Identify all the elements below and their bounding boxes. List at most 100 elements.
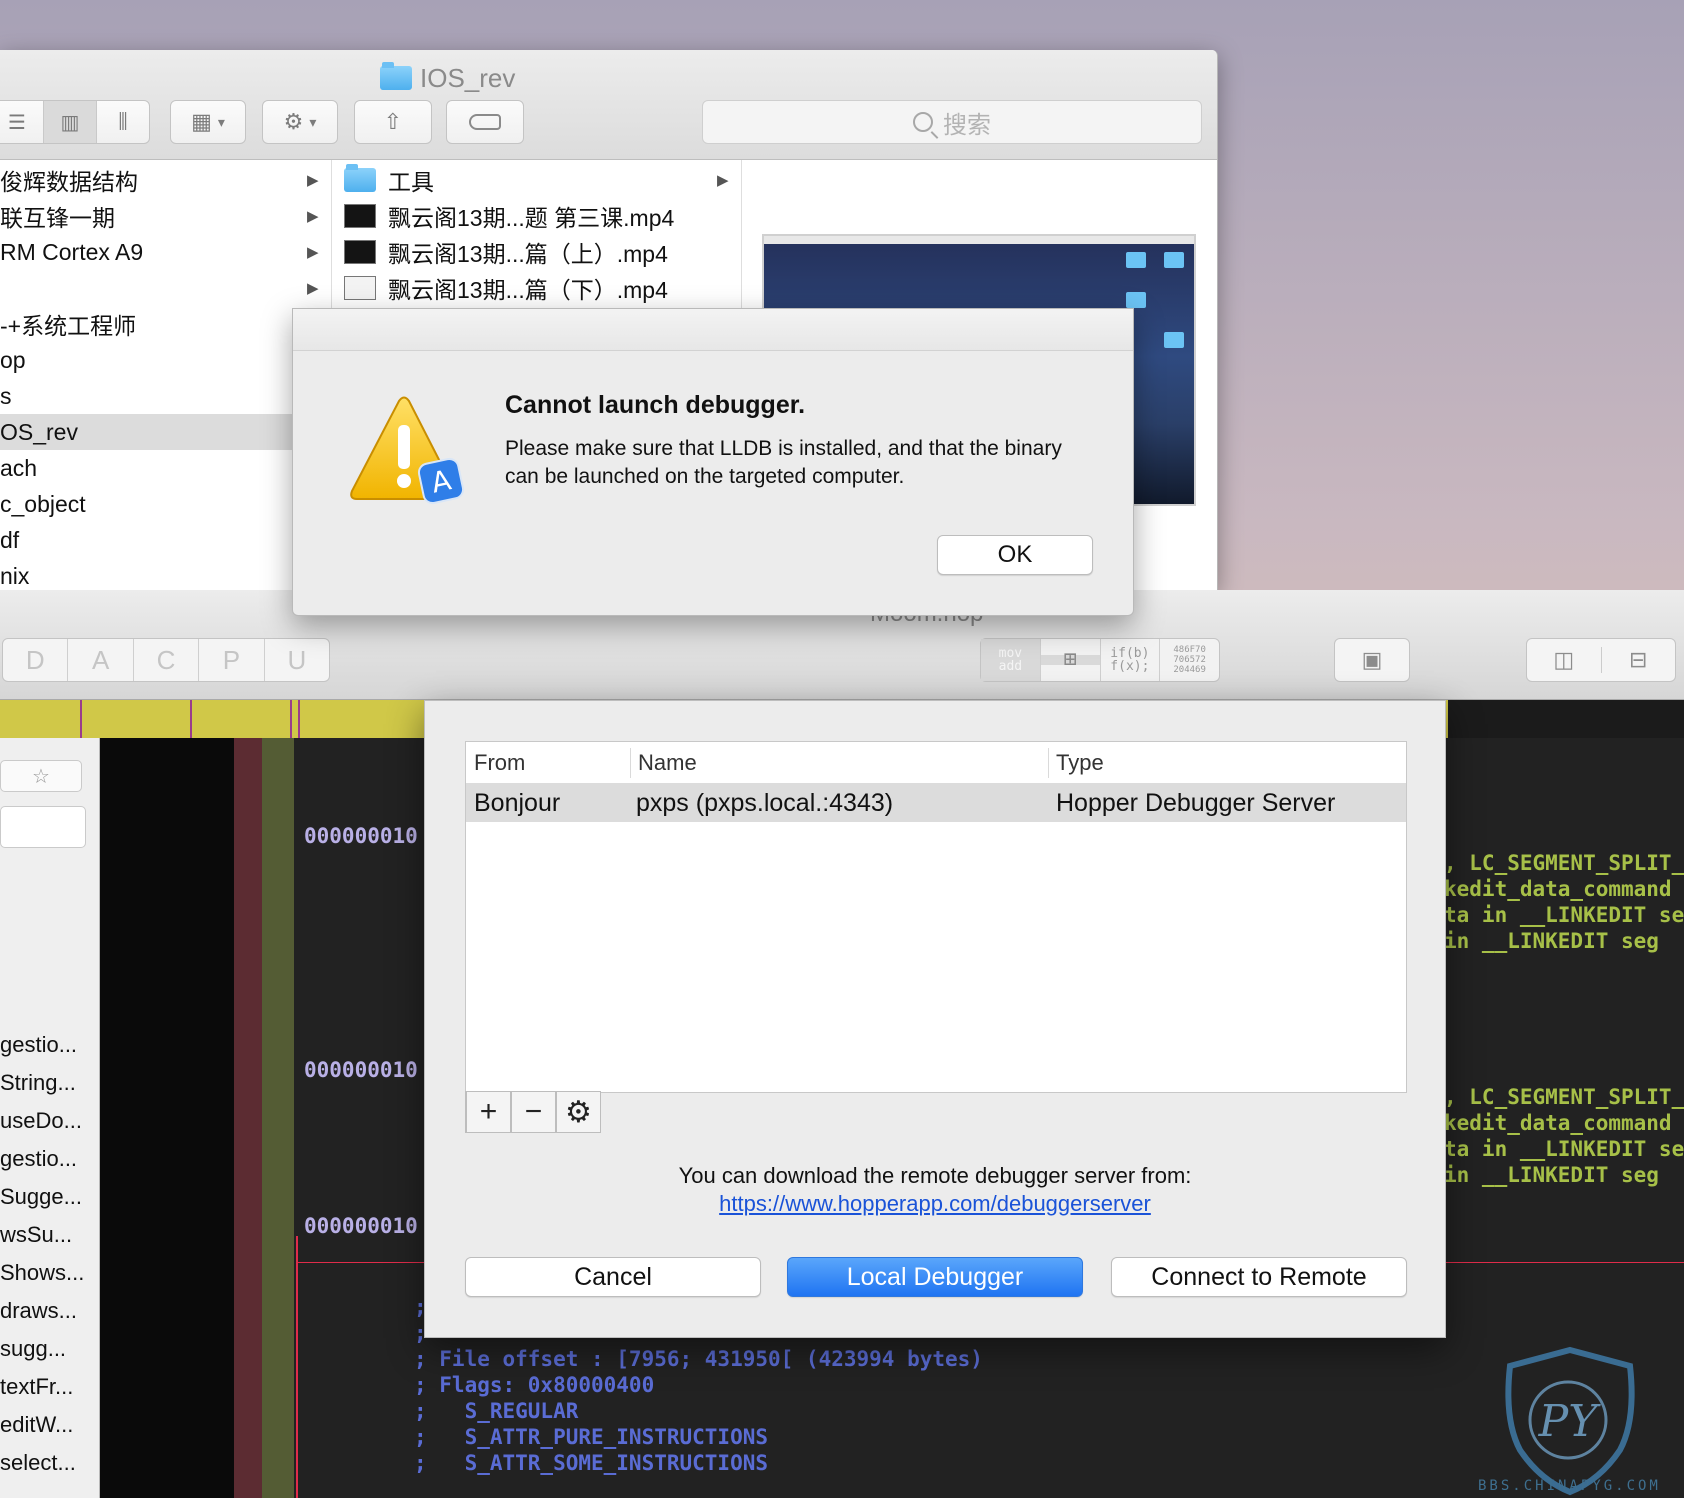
chevron-right-icon: ▶ xyxy=(307,208,319,225)
list-item[interactable]: RM Cortex A9 ▶ xyxy=(0,234,331,270)
local-debugger-button[interactable]: Local Debugger xyxy=(787,1257,1083,1297)
list-item[interactable]: df xyxy=(0,522,331,558)
list-item-label: df xyxy=(0,526,20,553)
list-item[interactable]: 飘云阁13期...题 第三课.mp4 xyxy=(334,198,741,234)
remove-server-button[interactable]: − xyxy=(510,1091,556,1133)
type-mode-control[interactable]: D A C P U xyxy=(2,638,330,682)
symbol-item[interactable]: select... xyxy=(0,1444,100,1482)
address-label[interactable]: 000000010 xyxy=(304,824,418,848)
nav-marker xyxy=(290,700,292,738)
favorites-button[interactable]: ☆ xyxy=(0,760,82,792)
column-header-from[interactable]: From xyxy=(474,742,525,783)
pseudo-code-button[interactable]: if(b) f(x); xyxy=(1101,639,1161,681)
add-server-button[interactable]: + xyxy=(465,1091,511,1133)
asm-mode-button[interactable]: mov add xyxy=(981,639,1041,681)
list-item[interactable]: ▶ xyxy=(0,270,331,306)
nav-segment xyxy=(1448,700,1684,738)
search-field[interactable]: 搜索 xyxy=(702,100,1202,144)
list-item[interactable]: 飘云阁13期...篇（上）.mp4 xyxy=(334,234,741,270)
list-item[interactable]: 联互锋一期 ▶ xyxy=(0,198,331,234)
nav-marker xyxy=(80,700,82,738)
comment-line: , LC_SEGMENT_SPLIT_ xyxy=(1444,851,1684,875)
list-item-label: OS_rev xyxy=(0,418,78,445)
list-item[interactable]: nix xyxy=(0,558,331,590)
table-row[interactable]: Bonjour pxps (pxps.local.:4343) Hopper D… xyxy=(466,784,1406,822)
list-item-label: 联互锋一期 xyxy=(0,205,115,231)
list-item[interactable]: 俊辉数据结构 ▶ xyxy=(0,162,331,198)
alert-header xyxy=(293,309,1133,351)
section-marker-line xyxy=(296,1236,298,1498)
hex-mode-button[interactable]: 486F70 706572 204469 xyxy=(1160,639,1219,681)
list-item[interactable]: ach xyxy=(0,450,331,486)
list-item[interactable]: 工具 ▶ xyxy=(334,162,741,198)
symbol-item[interactable]: useDo... xyxy=(0,1102,100,1140)
column-header-type[interactable]: Type xyxy=(1056,742,1104,783)
cell-type: Hopper Debugger Server xyxy=(1056,788,1336,817)
coverflow-view-icon[interactable]: ⫼ xyxy=(97,101,149,143)
symbol-item[interactable]: draws... xyxy=(0,1292,100,1330)
list-item[interactable]: 飘云阁13期...篇（下）.mp4 xyxy=(334,270,741,306)
chip-icon: ▣ xyxy=(1361,647,1383,672)
comment-line: ta in __LINKEDIT se xyxy=(1444,903,1684,927)
debugger-button[interactable]: ▣ xyxy=(1334,638,1410,682)
table-toolbar: + − ⚙ xyxy=(465,1091,603,1133)
symbol-item[interactable]: textFr... xyxy=(0,1368,100,1406)
server-settings-button[interactable]: ⚙ xyxy=(555,1091,601,1133)
list-item[interactable]: c_object xyxy=(0,486,331,522)
section-comment: ; S_ATTR_PURE_INSTRUCTIONS xyxy=(414,1425,769,1449)
panel-toggle-control[interactable]: ◫ ⊟ xyxy=(1526,638,1676,682)
download-link[interactable]: https://www.hopperapp.com/debuggerserver xyxy=(425,1191,1445,1217)
chevron-down-icon: ▾ xyxy=(217,113,225,130)
action-button[interactable]: ⚙ ▾ xyxy=(262,100,338,144)
mode-a-button[interactable]: A xyxy=(68,639,134,681)
mode-u-button[interactable]: U xyxy=(265,639,329,681)
arrange-button[interactable]: ▦ ▾ xyxy=(170,100,246,144)
mode-d-button[interactable]: D xyxy=(3,639,69,681)
view-mode-control[interactable]: ☰ ▥ ⫼ xyxy=(0,100,150,144)
folder-icon xyxy=(380,62,412,90)
share-button[interactable]: ⇧ xyxy=(354,100,432,144)
list-view-icon[interactable]: ☰ xyxy=(0,101,44,143)
symbol-search-input[interactable] xyxy=(0,806,86,848)
comment-line: in __LINKEDIT seg xyxy=(1444,929,1659,953)
cell-from: Bonjour xyxy=(474,788,561,817)
ok-button[interactable]: OK xyxy=(937,535,1093,575)
view-mode-control[interactable]: mov add ⊞ if(b) f(x); 486F70 706572 2044… xyxy=(980,638,1220,682)
comment-line: , LC_SEGMENT_SPLIT_ xyxy=(1444,1085,1684,1109)
list-item-label: s xyxy=(0,382,12,409)
list-item-selected[interactable]: OS_rev xyxy=(0,414,331,450)
mode-p-button[interactable]: P xyxy=(199,639,265,681)
bottom-panel-icon[interactable]: ⊟ xyxy=(1602,647,1676,673)
column-header-name[interactable]: Name xyxy=(638,742,697,783)
symbol-item[interactable]: sugg... xyxy=(0,1330,100,1368)
chevron-right-icon: ▶ xyxy=(307,244,319,261)
symbol-item[interactable]: editW... xyxy=(0,1406,100,1444)
alert-title: Cannot launch debugger. xyxy=(505,391,806,419)
list-item[interactable]: -+系统工程师 xyxy=(0,306,331,342)
symbols-panel: ☆ gestio... String... useDo... gestio...… xyxy=(0,738,100,1498)
left-panel-icon[interactable]: ◫ xyxy=(1527,647,1602,673)
list-item[interactable]: op xyxy=(0,342,331,378)
connect-to-remote-button[interactable]: Connect to Remote xyxy=(1111,1257,1407,1297)
symbol-item[interactable]: wsSu... xyxy=(0,1216,100,1254)
cancel-button[interactable]: Cancel xyxy=(465,1257,761,1297)
debugger-server-table[interactable]: From Name Type Bonjour pxps (pxps.local.… xyxy=(465,741,1407,1093)
symbol-item[interactable]: Sugge... xyxy=(0,1178,100,1216)
symbol-item[interactable]: Shows... xyxy=(0,1254,100,1292)
video-file-icon xyxy=(344,204,376,228)
list-item-label: 工具 xyxy=(388,169,434,195)
address-label[interactable]: 000000010 xyxy=(304,1214,418,1238)
section-comment: ; S_ATTR_SOME_INSTRUCTIONS xyxy=(414,1451,769,1475)
symbol-item[interactable]: gestio... xyxy=(0,1026,100,1064)
column-view-icon[interactable]: ▥ xyxy=(44,101,97,143)
list-item[interactable]: s xyxy=(0,378,331,414)
symbol-item[interactable]: gestio... xyxy=(0,1140,100,1178)
address-label[interactable]: 000000010 xyxy=(304,1058,418,1082)
section-comment: ; Flags: 0x80000400 xyxy=(414,1373,655,1397)
cfg-mode-button[interactable]: ⊞ xyxy=(1040,639,1101,681)
section-comment: ; File offset : [7956; 431950[ (423994 b… xyxy=(414,1347,983,1371)
symbol-item[interactable]: String... xyxy=(0,1064,100,1102)
list-item-label: nix xyxy=(0,562,30,589)
tag-button[interactable] xyxy=(446,100,524,144)
mode-c-button[interactable]: C xyxy=(134,639,200,681)
